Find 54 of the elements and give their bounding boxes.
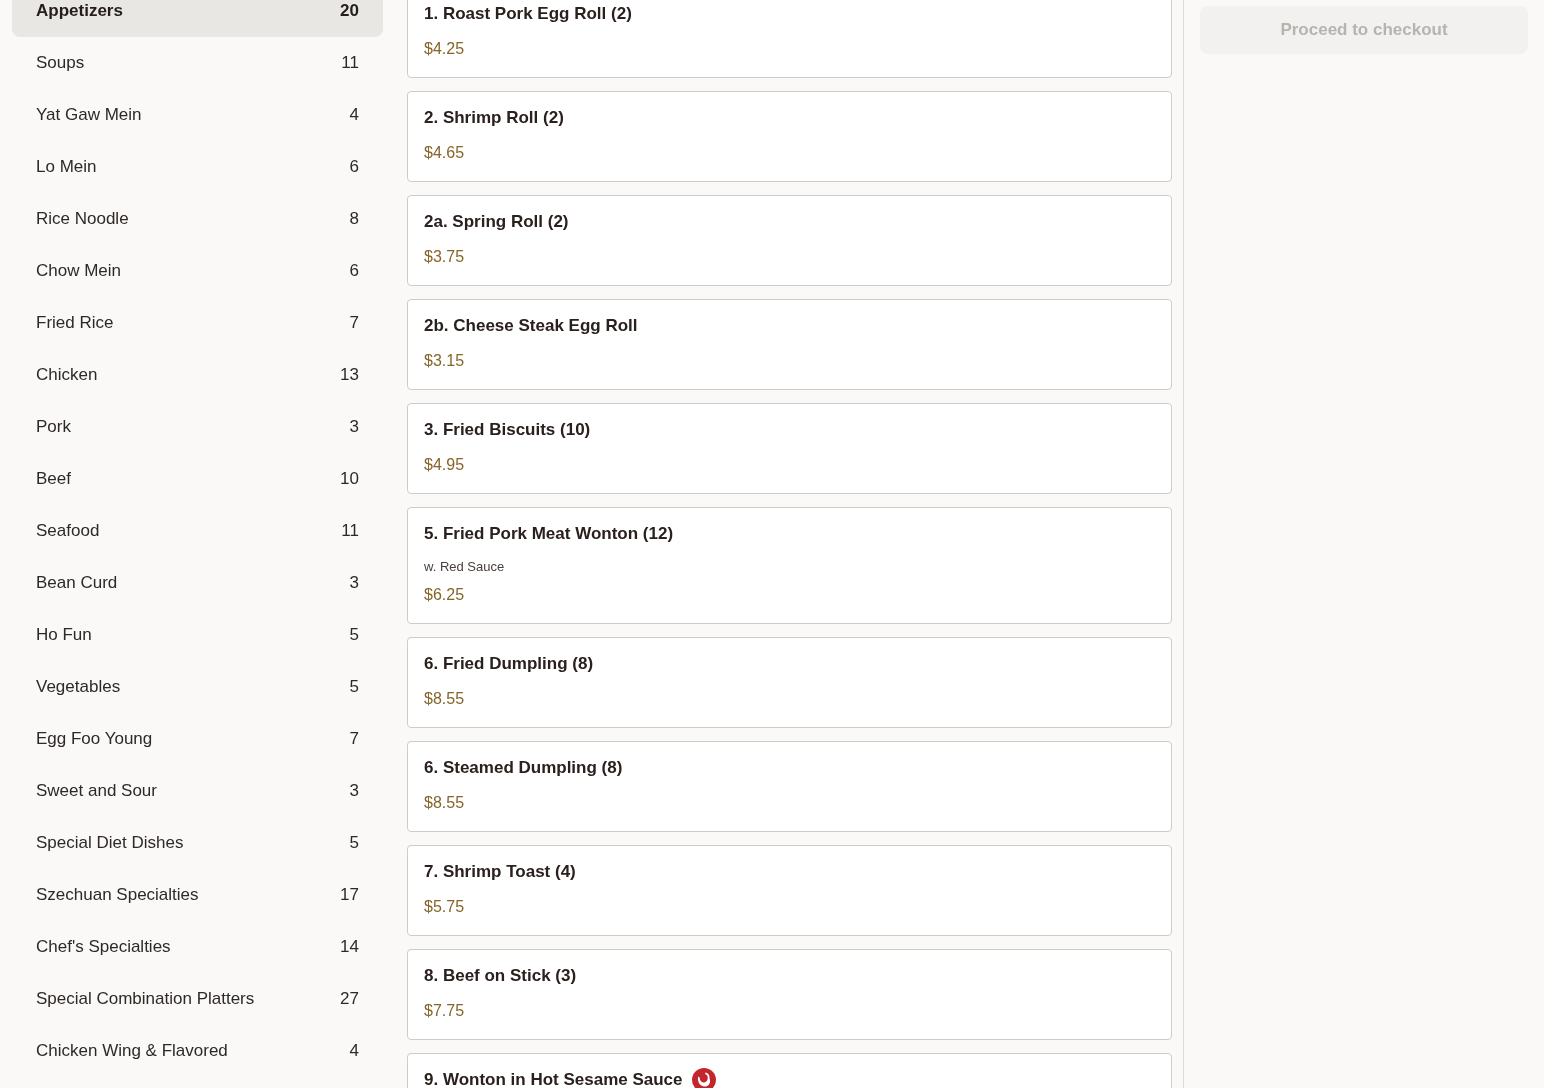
item-price: $8.55 xyxy=(424,689,466,709)
item-price: $6.25 xyxy=(424,585,466,605)
category-item[interactable]: Ho Fun 5 xyxy=(12,609,383,661)
item-name: 3. Fried Biscuits (10) xyxy=(424,420,591,440)
item-name: 5. Fried Pork Meat Wonton (12) xyxy=(424,524,674,544)
item-price: $3.15 xyxy=(424,351,466,371)
category-item[interactable]: Beef 10 xyxy=(12,453,383,505)
item-name: 6. Fried Dumpling (8) xyxy=(424,654,594,674)
item-name: 2b. Cheese Steak Egg Roll xyxy=(424,316,638,336)
category-item[interactable]: Special Combination Platters 27 xyxy=(12,973,383,1025)
category-item[interactable]: Yat Gaw Mein 4 xyxy=(12,89,383,141)
item-price: $3.75 xyxy=(424,247,466,267)
menu-item-card[interactable]: 5. Fried Pork Meat Wonton (12) w. Red Sauce $6.25 xyxy=(407,507,1172,624)
category-item[interactable]: Chicken 13 xyxy=(12,349,383,401)
category-item[interactable]: Chef's Specialties 14 xyxy=(12,921,383,973)
category-item[interactable]: Appetizers 20 xyxy=(12,0,383,37)
item-name: 8. Beef on Stick (3) xyxy=(424,966,577,986)
item-name: 2. Shrimp Roll (2) xyxy=(424,108,564,128)
item-price: $4.25 xyxy=(424,39,466,59)
menu-item-card[interactable]: 3. Fried Biscuits (10) $4.95 xyxy=(407,403,1172,494)
menu-item-card[interactable]: 9. Wonton in Hot Sesame Sauce xyxy=(407,1053,1172,1088)
category-item[interactable]: Chicken Wing & Flavored 4 xyxy=(12,1025,383,1077)
item-description: w. Red Sauce xyxy=(424,558,506,576)
menu-item-card[interactable]: 2b. Cheese Steak Egg Roll $3.15 xyxy=(407,299,1172,390)
category-item[interactable]: Soups 11 xyxy=(12,37,383,89)
category-item[interactable]: Egg Foo Young 7 xyxy=(12,713,383,765)
category-item[interactable]: Special Diet Dishes 5 xyxy=(12,817,383,869)
menu-item-card[interactable]: 6. Fried Dumpling (8) $8.55 xyxy=(407,637,1172,728)
item-price: $4.65 xyxy=(424,143,466,163)
category-item[interactable]: Seafood 11 xyxy=(12,505,383,557)
menu-item-card[interactable]: 2a. Spring Roll (2) $3.75 xyxy=(407,195,1172,286)
menu-item-card[interactable]: 7. Shrimp Toast (4) $5.75 xyxy=(407,845,1172,936)
item-name: 9. Wonton in Hot Sesame Sauce xyxy=(424,1070,683,1088)
menu-item-card[interactable]: 2. Shrimp Roll (2) $4.65 xyxy=(407,91,1172,182)
item-name: 7. Shrimp Toast (4) xyxy=(424,862,576,882)
category-item[interactable]: Sweet and Sour 3 xyxy=(12,765,383,817)
category-item[interactable]: Bean Curd 3 xyxy=(12,557,383,609)
category-item[interactable]: Pork 3 xyxy=(12,401,383,453)
category-item[interactable]: Chow Mein 6 xyxy=(12,245,383,297)
item-name: 1. Roast Pork Egg Roll (2) xyxy=(424,4,632,24)
menu-item-card[interactable]: 6. Steamed Dumpling (8) $8.55 xyxy=(407,741,1172,832)
category-item[interactable]: Vegetables 5 xyxy=(12,661,383,713)
item-name: 6. Steamed Dumpling (8) xyxy=(424,758,623,778)
item-price: $7.75 xyxy=(424,1001,466,1021)
category-item[interactable]: Rice Noodle 8 xyxy=(12,193,383,245)
item-price: $5.75 xyxy=(424,897,466,917)
menu-item-card[interactable]: 1. Roast Pork Egg Roll (2) $4.25 xyxy=(407,0,1172,78)
category-item[interactable]: Lo Mein 6 xyxy=(12,141,383,193)
category-item[interactable]: Fried Rice 7 xyxy=(12,297,383,349)
category-item[interactable]: Szechuan Specialties 17 xyxy=(12,869,383,921)
item-price: $4.95 xyxy=(424,455,466,475)
menu-item-card[interactable]: 8. Beef on Stick (3) $7.75 xyxy=(407,949,1172,1040)
item-price: $8.55 xyxy=(424,793,466,813)
item-name: 2a. Spring Roll (2) xyxy=(424,212,569,232)
